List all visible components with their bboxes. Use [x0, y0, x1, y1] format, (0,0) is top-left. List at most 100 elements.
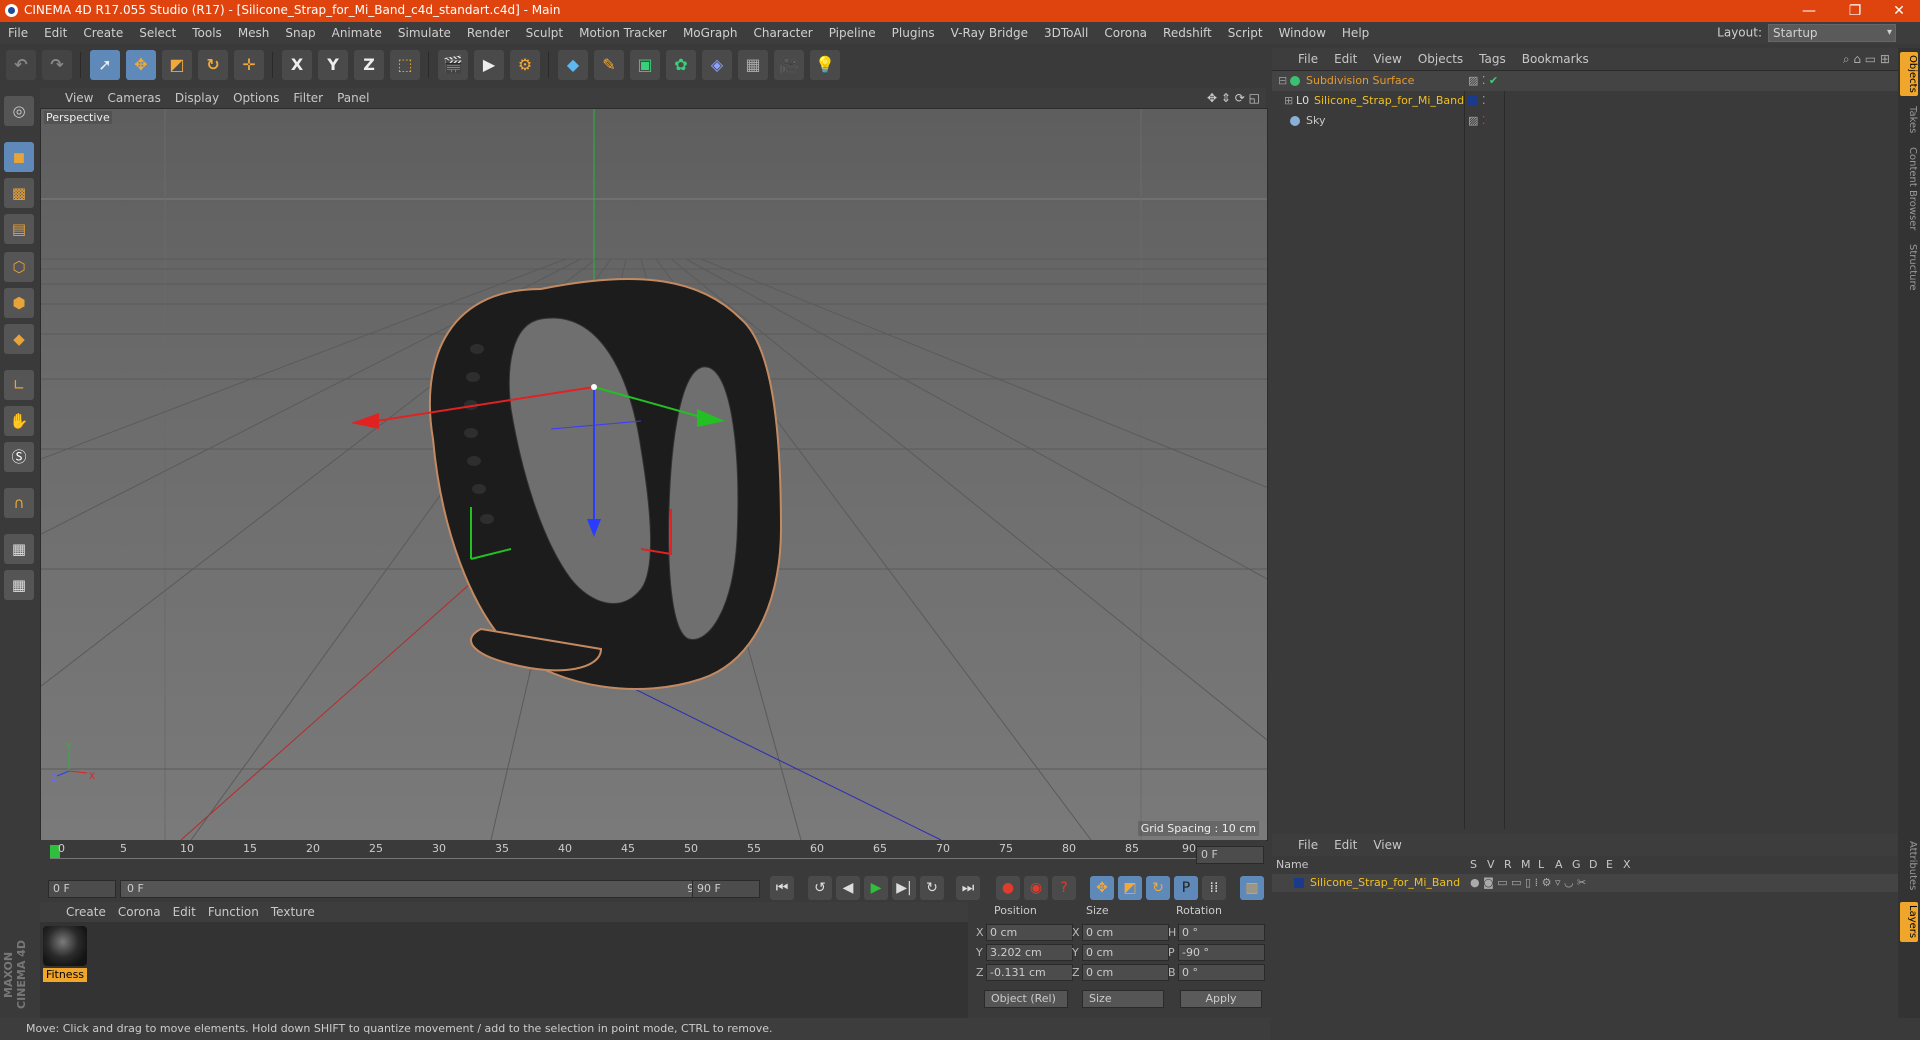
menu-redshift[interactable]: Redshift [1155, 22, 1220, 44]
record-position-icon[interactable]: ✥ [1090, 876, 1114, 900]
rotation-b-field[interactable]: 0 ° [1178, 964, 1265, 981]
model-mode-icon[interactable]: ◼ [4, 142, 34, 172]
viewport-menu-panel[interactable]: Panel [330, 88, 376, 108]
range-slider[interactable]: 0 F 90 F [120, 880, 718, 898]
layer-color-icon[interactable] [1294, 878, 1304, 888]
apply-button[interactable]: Apply [1180, 990, 1262, 1008]
current-frame-field[interactable]: 0 F [1196, 846, 1264, 864]
magnet-icon[interactable]: ∩ [4, 488, 34, 518]
array-icon[interactable]: ✿ [666, 50, 696, 80]
end-frame-field[interactable]: 90 F [692, 880, 760, 898]
next-key-icon[interactable]: ↻ [920, 876, 944, 900]
om-menu-objects[interactable]: Objects [1410, 48, 1471, 70]
record-parameter-icon[interactable]: P [1174, 876, 1198, 900]
material-name[interactable]: Fitness [43, 968, 87, 982]
edit-render-settings-icon[interactable]: ⚙ [510, 50, 540, 80]
material-menu-edit[interactable]: Edit [167, 902, 202, 922]
material-menu-function[interactable]: Function [202, 902, 265, 922]
next-frame-icon[interactable]: ▶| [892, 876, 916, 900]
size-y-field[interactable]: 0 cm [1082, 944, 1169, 961]
redo-icon[interactable]: ↷ [42, 50, 72, 80]
world-coords-icon[interactable]: ⬚ [390, 50, 420, 80]
prev-frame-icon[interactable]: ◀ [836, 876, 860, 900]
pen-spline-icon[interactable]: ✎ [594, 50, 624, 80]
position-z-field[interactable]: -0.131 cm [986, 964, 1073, 981]
menu-corona[interactable]: Corona [1096, 22, 1155, 44]
menu-mograph[interactable]: MoGraph [675, 22, 746, 44]
object-name[interactable]: Sky [1306, 111, 1325, 131]
tab-structure[interactable]: Structure [1900, 242, 1918, 292]
position-y-field[interactable]: 3.202 cm [986, 944, 1073, 961]
menu-sculpt[interactable]: Sculpt [518, 22, 571, 44]
collapse-icon[interactable]: ⊟ [1278, 71, 1287, 91]
object-row[interactable]: Sky ▨ ⁚ [1272, 111, 1898, 131]
viewport-menu-filter[interactable]: Filter [286, 88, 330, 108]
lm-menu-file[interactable]: File [1290, 834, 1326, 856]
record-scale-icon[interactable]: ◩ [1118, 876, 1142, 900]
floor-icon[interactable]: ▦ [738, 50, 768, 80]
cube-icon[interactable]: ◆ [558, 50, 588, 80]
menu-motion-tracker[interactable]: Motion Tracker [571, 22, 675, 44]
snap-icon[interactable]: Ⓢ [4, 442, 34, 472]
planar-workplane-icon[interactable]: ▦ [4, 570, 34, 600]
menu-mesh[interactable]: Mesh [230, 22, 278, 44]
om-header-icons[interactable]: ⌕ ⌂ ▭ ⊞ [1843, 48, 1890, 70]
camera-icon[interactable]: 🎥 [774, 50, 804, 80]
timeline[interactable]: 0 5 10 15 20 25 30 35 40 45 50 55 60 65 … [40, 840, 1266, 876]
viewport-menu-cameras[interactable]: Cameras [100, 88, 167, 108]
om-menu-view[interactable]: View [1365, 48, 1409, 70]
live-selection-icon[interactable]: ➚ [90, 50, 120, 80]
record-pla-icon[interactable]: ⁞⁞ [1202, 876, 1226, 900]
om-menu-tags[interactable]: Tags [1471, 48, 1514, 70]
menu-character[interactable]: Character [745, 22, 820, 44]
visibility-icon[interactable]: ▨ ⁚ [1468, 111, 1485, 131]
menu-script[interactable]: Script [1220, 22, 1271, 44]
material-menu-create[interactable]: Create [60, 902, 112, 922]
layer-name[interactable]: Silicone_Strap_for_Mi_Band [1310, 874, 1460, 892]
visibility-icon[interactable]: ▨ ⁚ ✔ [1468, 71, 1498, 91]
keyframe-selection-icon[interactable]: ? [1052, 876, 1076, 900]
render-picture-viewer-icon[interactable]: ▶ [474, 50, 504, 80]
viewport-menu-view[interactable]: View [58, 88, 100, 108]
deformer-icon[interactable]: ◈ [702, 50, 732, 80]
tab-objects[interactable]: Objects [1900, 52, 1918, 96]
menu-file[interactable]: File [0, 22, 36, 44]
rotate-icon[interactable]: ↻ [198, 50, 228, 80]
object-row[interactable]: ⊞ L0 Silicone_Strap_for_Mi_Band ⁚ [1272, 91, 1898, 111]
subdivision-icon[interactable]: ▣ [630, 50, 660, 80]
menu-edit[interactable]: Edit [36, 22, 75, 44]
prev-key-icon[interactable]: ↺ [808, 876, 832, 900]
menu-3dtoall[interactable]: 3DToAll [1036, 22, 1096, 44]
menu-snap[interactable]: Snap [277, 22, 323, 44]
om-menu-edit[interactable]: Edit [1326, 48, 1365, 70]
menu-window[interactable]: Window [1271, 22, 1334, 44]
render-view-icon[interactable]: 🎬 [438, 50, 468, 80]
make-editable-icon[interactable]: ◎ [4, 96, 34, 126]
close-button[interactable]: ✕ [1876, 0, 1920, 22]
viewport-menu-options[interactable]: Options [226, 88, 286, 108]
menu-help[interactable]: Help [1334, 22, 1377, 44]
menu-create[interactable]: Create [75, 22, 131, 44]
om-menu-bookmarks[interactable]: Bookmarks [1514, 48, 1597, 70]
timeline-window-icon[interactable]: ▥ [1240, 876, 1264, 900]
tab-attributes[interactable]: Attributes [1900, 838, 1918, 894]
points-mode-icon[interactable]: ⬡ [4, 252, 34, 282]
tab-content-browser[interactable]: Content Browser [1900, 144, 1918, 234]
object-name[interactable]: Silicone_Strap_for_Mi_Band [1314, 91, 1464, 111]
coordinate-mode-select[interactable]: Object (Rel) [984, 990, 1068, 1008]
layer-row[interactable]: Silicone_Strap_for_Mi_Band ● ◙ ▭ ▭ ▯ ⁞ ⚙… [1272, 874, 1898, 892]
tab-takes[interactable]: Takes [1900, 104, 1918, 136]
layer-flags-icons[interactable]: ● ◙ ▭ ▭ ▯ ⁞ ⚙ ▿ ◡ ✂ [1470, 874, 1586, 892]
material-menu-corona[interactable]: Corona [112, 902, 167, 922]
minimize-button[interactable]: — [1786, 0, 1832, 22]
menu-select[interactable]: Select [131, 22, 184, 44]
scale-icon[interactable]: ◩ [162, 50, 192, 80]
visibility-icon[interactable]: ⁚ [1482, 91, 1486, 111]
material-menu-texture[interactable]: Texture [265, 902, 321, 922]
frame-ruler[interactable]: 0 5 10 15 20 25 30 35 40 45 50 55 60 65 … [50, 842, 1200, 866]
maximize-button[interactable]: ❐ [1832, 0, 1878, 22]
y-axis-icon[interactable]: Y [318, 50, 348, 80]
rotation-p-field[interactable]: -90 ° [1178, 944, 1265, 961]
menu-plugins[interactable]: Plugins [884, 22, 943, 44]
recent-tool-icon[interactable]: ✛ [234, 50, 264, 80]
